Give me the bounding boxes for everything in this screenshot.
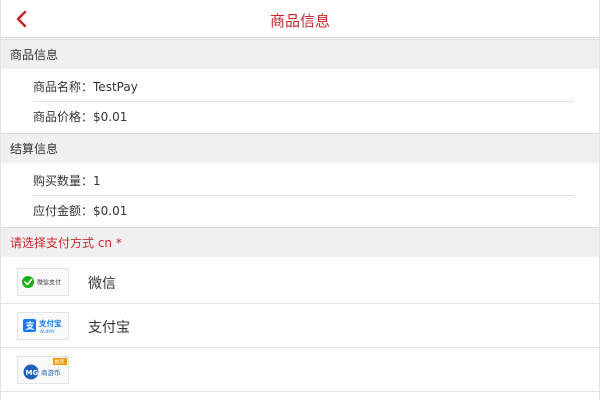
product-price-value: $0.01 [93, 110, 128, 124]
quantity-label: 购买数量： [33, 174, 94, 188]
product-section-header: 商品信息 [1, 39, 599, 69]
amount-label: 应付金额： [33, 204, 94, 218]
alipay-logo: 支 支付宝 ALIPAY [17, 312, 69, 340]
amount-row: 应付金额：$0.01 [33, 197, 574, 226]
payment-option-wechat[interactable]: 微信支付 微信 [1, 260, 599, 304]
svg-text:ALIPAY: ALIPAY [40, 329, 55, 335]
product-price-row: 商品价格：$0.01 [33, 103, 574, 132]
product-name-row: 商品名称：TestPay [33, 73, 574, 102]
product-name-label: 商品名称： [33, 80, 94, 94]
svg-text:支付宝: 支付宝 [38, 318, 62, 328]
settlement-section-header: 结算信息 [1, 133, 599, 163]
game-coin-logo: 推荐 MG 商游币 [17, 356, 69, 384]
svg-text:支: 支 [25, 320, 36, 332]
quantity-value: 1 [93, 174, 101, 188]
page-title: 商品信息 [269, 12, 330, 30]
quantity-row: 购买数量：1 [33, 167, 574, 196]
payment-option-alipay[interactable]: 支 支付宝 ALIPAY 支付宝 [1, 304, 599, 348]
alipay-icon: 支 支付宝 ALIPAY [23, 318, 62, 335]
amount-value: $0.01 [93, 204, 128, 218]
payment-name-alipay: 支付宝 [88, 320, 130, 336]
payment-name-wechat: 微信 [88, 276, 116, 292]
svg-text:微信支付: 微信支付 [37, 279, 61, 287]
wechat-pay-logo: 微信支付 [17, 268, 69, 296]
svg-text:推荐: 推荐 [55, 359, 65, 366]
payment-section-header: 请选择支付方式 cn * [1, 227, 599, 257]
top-bar: 商品信息 [1, 0, 599, 38]
payment-page: 商品信息 商品信息 商品名称：TestPay 商品价格：$0.01 结算信息 购… [0, 0, 600, 400]
product-price-label: 商品价格： [33, 110, 94, 124]
svg-text:商游币: 商游币 [41, 368, 61, 377]
svg-text:MG: MG [26, 369, 39, 377]
payment-option-game-coin[interactable]: 推荐 MG 商游币 [1, 348, 599, 392]
wechat-pay-icon: 微信支付 [22, 276, 61, 288]
game-coin-icon: 推荐 MG 商游币 [23, 358, 67, 380]
product-name-value: TestPay [93, 80, 138, 94]
